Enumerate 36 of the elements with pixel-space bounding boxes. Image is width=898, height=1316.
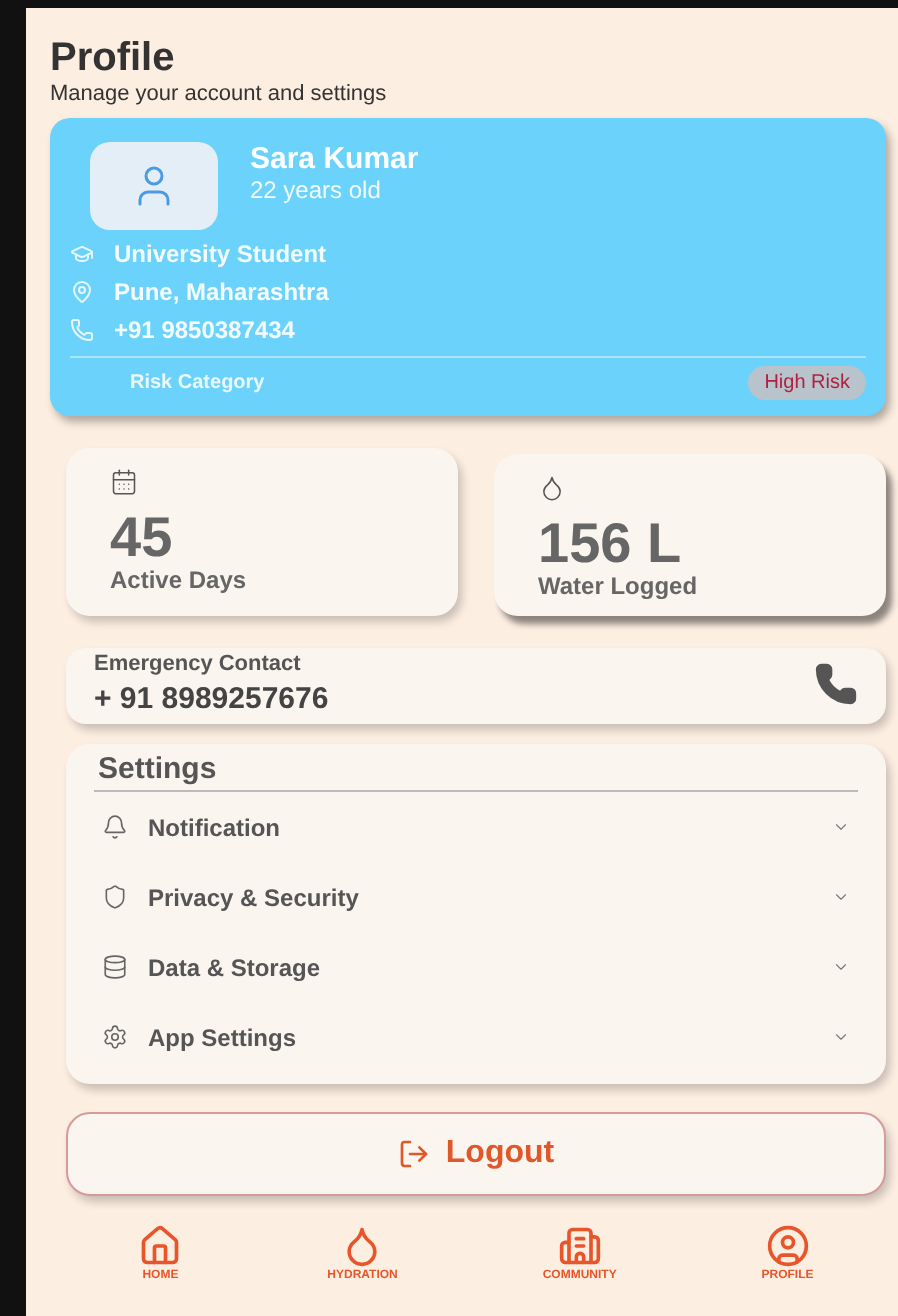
settings-item[interactable]: Notification xyxy=(94,792,858,863)
user-circle-icon xyxy=(765,1224,810,1269)
gear-icon xyxy=(102,1024,128,1051)
risk-label: Risk Category xyxy=(130,372,265,394)
settings-title: Settings xyxy=(94,752,858,793)
phone-icon[interactable] xyxy=(814,662,858,707)
stat-value: 156 L xyxy=(538,514,684,573)
map-pin-icon xyxy=(70,280,94,304)
emergency-number: + 91 8989257676 xyxy=(94,682,329,717)
profile-detail: Pune, Maharashtra xyxy=(114,278,329,306)
risk-badge: High Risk xyxy=(748,366,866,400)
settings-item[interactable]: Data & Storage xyxy=(94,932,858,1003)
building-icon xyxy=(557,1224,602,1269)
profile-detail: University Student xyxy=(114,240,327,268)
logout-icon xyxy=(397,1138,430,1171)
bell-icon xyxy=(102,814,128,841)
page-title: Profile xyxy=(50,36,177,82)
stat-label: Active Days xyxy=(110,566,249,595)
phone-icon xyxy=(70,318,94,342)
page-subtitle: Manage your account and settings xyxy=(50,82,389,106)
settings-item[interactable]: Privacy & Security xyxy=(94,862,858,933)
database-icon xyxy=(102,954,128,981)
shield-icon xyxy=(102,884,128,911)
calendar-icon xyxy=(110,468,138,496)
stat-label: Water Logged xyxy=(538,572,700,601)
user-name: Sara Kumar xyxy=(250,142,419,176)
water-drop-icon xyxy=(538,474,566,502)
emergency-label: Emergency Contact xyxy=(94,652,303,677)
avatar-icon xyxy=(90,142,218,230)
graduation-cap-icon xyxy=(70,242,94,266)
profile-detail: +91 9850387434 xyxy=(114,316,295,344)
stat-value: 45 xyxy=(110,508,175,567)
settings-item[interactable]: App Settings xyxy=(94,1002,858,1073)
user-age: 22 years old xyxy=(250,176,383,204)
logout-button[interactable]: Logout xyxy=(66,1112,886,1197)
house-icon xyxy=(138,1224,183,1269)
